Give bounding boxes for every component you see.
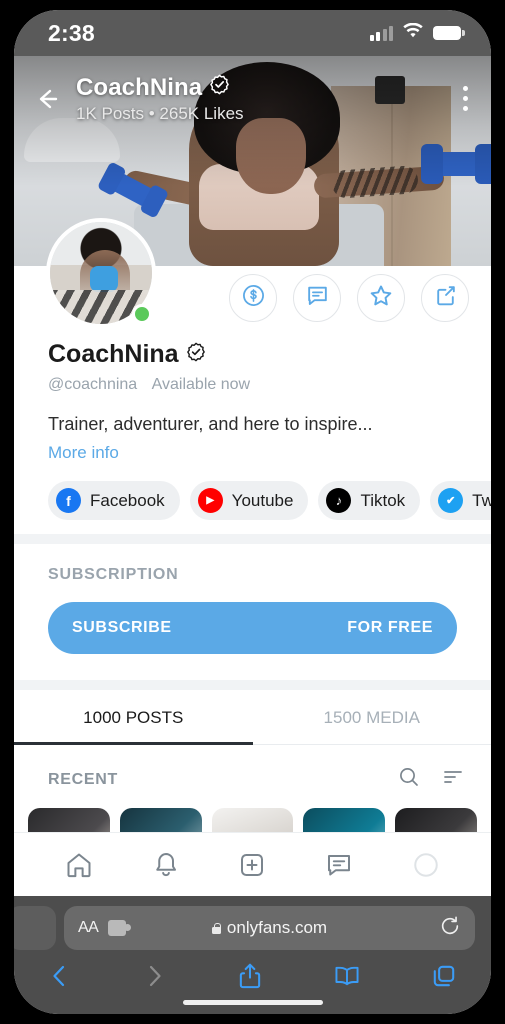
home-indicator <box>182 1000 323 1005</box>
chat-bubble-icon <box>305 283 330 313</box>
profile-bio: Trainer, adventurer, and here to inspire… <box>48 414 373 434</box>
browser-chrome: AA onlyfans.com <box>14 896 491 1014</box>
social-link-tiktok[interactable]: ♪ Tiktok <box>318 481 421 520</box>
browser-back-button[interactable] <box>48 963 72 994</box>
content-tabs: 1000 POSTS 1500 MEDIA <box>14 690 491 745</box>
tiktok-icon: ♪ <box>326 488 352 513</box>
cover-header: CoachNina 1K Posts • 265K Likes <box>14 56 491 134</box>
share-icon <box>433 283 458 313</box>
star-icon <box>368 283 394 314</box>
browser-address-bar[interactable]: AA onlyfans.com <box>64 906 475 950</box>
facebook-icon: f <box>56 488 81 513</box>
subscribe-price: FOR FREE <box>347 619 433 636</box>
status-icons <box>369 22 465 44</box>
nav-notifications[interactable] <box>151 850 181 880</box>
dollar-circle-icon <box>241 283 266 313</box>
browser-url-text: onlyfans.com <box>226 918 328 937</box>
status-time: 2:38 <box>48 19 95 46</box>
search-icon[interactable] <box>397 765 421 794</box>
cover-title-group: CoachNina 1K Posts • 265K Likes <box>76 72 449 124</box>
section-divider-2 <box>14 680 491 690</box>
section-divider <box>14 534 491 544</box>
subscription-heading: SUBSCRIPTION <box>48 566 179 583</box>
social-links: f Facebook ▶ Youtube ♪ Tiktok ✔ Twitter <box>14 481 491 520</box>
nav-profile[interactable] <box>411 850 441 880</box>
availability-status: Available now <box>151 376 251 393</box>
cover-username: CoachNina <box>76 74 449 102</box>
browser-url-text-group: onlyfans.com <box>64 918 475 938</box>
sort-filter-icon[interactable] <box>441 765 465 794</box>
favorite-button[interactable] <box>357 274 405 322</box>
social-label: Facebook <box>90 490 165 510</box>
status-bar: 2:38 <box>14 10 491 56</box>
phone-screen: 2:38 CoachNina 1K Posts • 265K Likes Coa… <box>14 10 491 1014</box>
twitter-icon: ✔ <box>438 488 464 513</box>
feed-toolbar: RECENT <box>14 745 491 808</box>
browser-bookmarks-button[interactable] <box>333 963 361 994</box>
profile-section: CoachNina @coachnina Available now Train… <box>14 218 491 534</box>
subscribe-label: SUBSCRIBE <box>72 619 172 636</box>
profile-action-buttons <box>229 274 469 322</box>
more-options-icon[interactable] <box>463 86 469 111</box>
verified-badge-icon <box>186 340 206 369</box>
browser-share-button[interactable] <box>237 962 263 995</box>
social-link-youtube[interactable]: ▶ Youtube <box>189 481 309 520</box>
subscription-section: SUBSCRIPTION SUBSCRIBE FOR FREE <box>14 544 491 680</box>
cover-stats: 1K Posts • 265K Likes <box>76 104 244 123</box>
browser-toolbar <box>14 950 491 995</box>
verified-badge-icon <box>209 74 230 102</box>
share-button[interactable] <box>421 274 469 322</box>
bottom-navigation <box>14 832 491 896</box>
cover-username-text: CoachNina <box>76 74 203 101</box>
social-link-facebook[interactable]: f Facebook <box>48 481 180 520</box>
browser-tabs-button[interactable] <box>431 963 457 994</box>
social-label: Tiktok <box>360 490 406 510</box>
profile-name-text: CoachNina <box>48 340 179 368</box>
reload-icon[interactable] <box>439 915 461 942</box>
browser-adjacent-tab[interactable] <box>14 906 56 950</box>
nav-messages[interactable] <box>324 850 354 880</box>
social-label: Youtube <box>231 490 294 510</box>
message-button[interactable] <box>293 274 341 322</box>
nav-create[interactable] <box>237 850 267 880</box>
tab-posts[interactable]: 1000 POSTS <box>14 690 253 745</box>
lock-icon <box>211 922 221 934</box>
subscribe-button[interactable]: SUBSCRIBE FOR FREE <box>48 602 457 654</box>
youtube-icon: ▶ <box>197 488 223 513</box>
avatar-row <box>14 218 491 336</box>
feed-toolbar-icons <box>397 765 465 794</box>
wifi-icon <box>402 22 424 44</box>
back-arrow-icon[interactable] <box>32 84 62 114</box>
tip-button[interactable] <box>229 274 277 322</box>
page-title: CoachNina <box>48 340 457 369</box>
tab-media[interactable]: 1500 MEDIA <box>253 690 492 744</box>
browser-forward-button[interactable] <box>142 963 166 994</box>
phone-frame: 2:38 CoachNina 1K Posts • 265K Likes Coa… <box>0 0 505 1024</box>
online-indicator <box>132 304 152 324</box>
profile-name-block: CoachNina @coachnina Available now Train… <box>14 336 491 463</box>
battery-icon <box>433 26 465 40</box>
more-info-link[interactable]: More info <box>48 443 457 463</box>
browser-url-row: AA onlyfans.com <box>14 896 491 950</box>
profile-handle-row: @coachnina Available now <box>48 376 457 394</box>
profile-handle: @coachnina <box>48 376 138 393</box>
social-link-twitter[interactable]: ✔ Twitter <box>430 481 491 520</box>
cellular-bars-icon <box>369 25 393 41</box>
social-label: Twitter <box>472 490 491 510</box>
sort-label: RECENT <box>48 770 118 788</box>
nav-home[interactable] <box>64 850 94 880</box>
